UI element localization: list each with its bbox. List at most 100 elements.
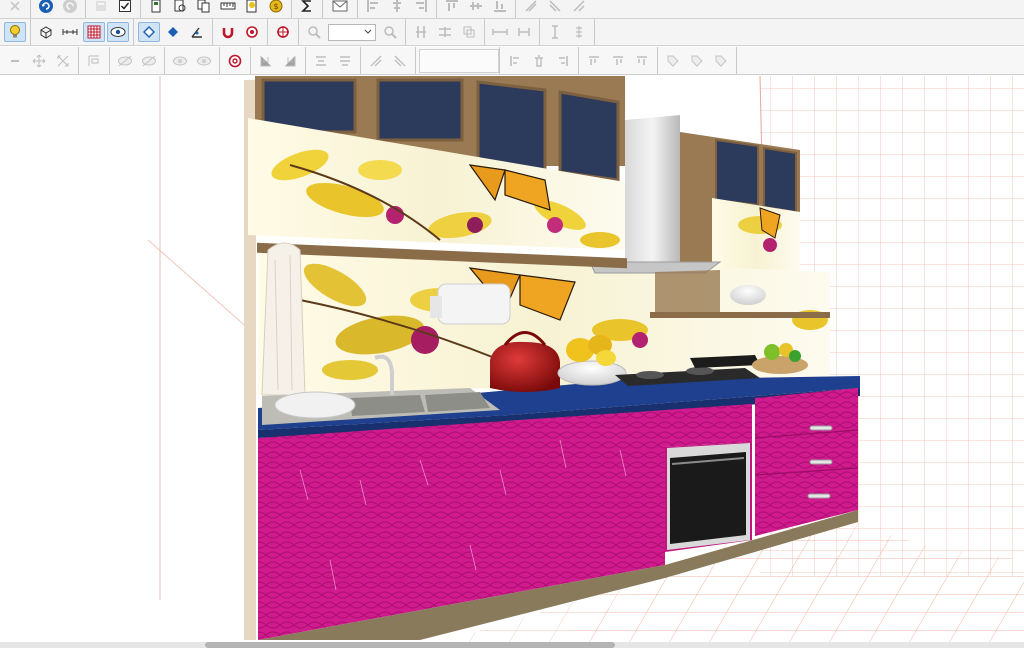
snap-point-button[interactable] bbox=[138, 22, 160, 42]
upper-right-door-2[interactable] bbox=[763, 146, 797, 214]
3d-viewport[interactable] bbox=[0, 76, 1024, 648]
sum-button[interactable] bbox=[296, 0, 318, 16]
copy-view-button[interactable] bbox=[193, 0, 215, 16]
space-d-button[interactable] bbox=[458, 22, 480, 42]
target-b-button[interactable] bbox=[272, 22, 294, 42]
upper-cabinet-door-2[interactable] bbox=[376, 78, 464, 142]
trash-button[interactable] bbox=[528, 51, 550, 71]
edge-a-button[interactable] bbox=[504, 51, 526, 71]
paper-towel-holder[interactable] bbox=[430, 283, 511, 325]
snap-edge-button[interactable] bbox=[162, 22, 184, 42]
toolbar-group-history bbox=[31, 0, 86, 18]
magnet-button[interactable] bbox=[217, 22, 239, 42]
view-front-button[interactable] bbox=[145, 0, 167, 16]
coin-button[interactable]: $ bbox=[265, 0, 287, 16]
stack-b-button[interactable] bbox=[334, 51, 356, 71]
oven-cabinet-top[interactable] bbox=[665, 404, 752, 447]
align-left-button[interactable] bbox=[362, 0, 384, 16]
hide-b-button[interactable] bbox=[138, 51, 160, 71]
align-right-button[interactable] bbox=[410, 0, 432, 16]
align-center-button[interactable] bbox=[386, 0, 408, 16]
edge-e-button[interactable] bbox=[607, 51, 629, 71]
scrollbar-thumb[interactable] bbox=[205, 642, 615, 648]
measure-h-button[interactable] bbox=[489, 22, 511, 42]
snap-angle-button[interactable] bbox=[186, 22, 208, 42]
zoom-out-button[interactable] bbox=[303, 22, 325, 42]
horizontal-scrollbar[interactable] bbox=[0, 642, 1024, 648]
target-a-button[interactable] bbox=[241, 22, 263, 42]
drawer-handle-3[interactable] bbox=[807, 493, 831, 499]
eye-icon bbox=[173, 56, 187, 65]
bulb-doc-button[interactable] bbox=[241, 0, 263, 16]
dist-a-button[interactable] bbox=[255, 51, 277, 71]
center-target-button[interactable] bbox=[224, 51, 246, 71]
hanging-towel[interactable] bbox=[261, 242, 306, 396]
tilt-a-button[interactable] bbox=[365, 51, 387, 71]
edge-c-button[interactable] bbox=[552, 51, 574, 71]
show-a-button[interactable] bbox=[169, 51, 191, 71]
toolbar-group-view-eye bbox=[165, 47, 220, 74]
upper-cabinet-door-3[interactable] bbox=[476, 80, 547, 172]
light-toggle-button[interactable] bbox=[4, 22, 26, 42]
measure-icon bbox=[220, 2, 236, 10]
sum-icon bbox=[301, 0, 311, 12]
space-v-button[interactable] bbox=[410, 22, 432, 42]
upper-cabinet-door-4[interactable] bbox=[558, 90, 620, 182]
edge-d-button[interactable] bbox=[583, 51, 605, 71]
lower-shelf bbox=[650, 312, 830, 318]
tag-c-button[interactable] bbox=[710, 51, 732, 71]
distribute-a-button[interactable] bbox=[520, 0, 542, 16]
checklist-button[interactable] bbox=[114, 0, 136, 16]
oven[interactable] bbox=[667, 443, 750, 550]
align-middle-button[interactable] bbox=[465, 0, 487, 16]
drawer-handle-2[interactable] bbox=[809, 459, 833, 465]
undo-button[interactable] bbox=[35, 0, 57, 16]
tag-a-button[interactable] bbox=[662, 51, 684, 71]
zoom-doc-button[interactable] bbox=[169, 0, 191, 16]
measure-dist-button[interactable] bbox=[513, 22, 535, 42]
move-button[interactable] bbox=[28, 51, 50, 71]
drawer-unit[interactable] bbox=[755, 388, 858, 536]
edge-f-button[interactable] bbox=[631, 51, 653, 71]
drawer-handle-1[interactable] bbox=[809, 425, 833, 431]
show-b-button[interactable] bbox=[193, 51, 215, 71]
coin-icon: $ bbox=[269, 0, 283, 13]
mail-button[interactable] bbox=[327, 0, 353, 16]
measure-vv-button[interactable] bbox=[568, 22, 590, 42]
tilt-icon bbox=[370, 55, 382, 66]
dist-b-button[interactable] bbox=[279, 51, 301, 71]
shelf-bowl[interactable] bbox=[730, 285, 766, 305]
toolbar-group-target-3 bbox=[220, 47, 251, 74]
scale-button[interactable] bbox=[52, 51, 74, 71]
dimension-button[interactable] bbox=[59, 22, 81, 42]
toolbar-group-edit bbox=[0, 0, 31, 18]
measure-button[interactable] bbox=[217, 0, 239, 16]
spacing-icon bbox=[439, 27, 451, 37]
visibility-button[interactable] bbox=[107, 22, 129, 42]
hide-a-button[interactable] bbox=[114, 51, 136, 71]
wireframe-button[interactable] bbox=[35, 22, 57, 42]
scale-icon bbox=[57, 55, 69, 66]
tilt-b-button[interactable] bbox=[389, 51, 411, 71]
align-bottom-button[interactable] bbox=[489, 0, 511, 16]
close-button[interactable] bbox=[4, 0, 26, 16]
eye-icon bbox=[197, 56, 211, 65]
rotate-button[interactable] bbox=[4, 51, 26, 71]
grid-toggle-button[interactable] bbox=[83, 22, 105, 42]
space-h-button[interactable] bbox=[434, 22, 456, 42]
toolbar-group-zoom bbox=[299, 19, 406, 45]
measure-v-button[interactable] bbox=[544, 22, 566, 42]
redo-button[interactable] bbox=[59, 0, 81, 16]
distribute-c-button[interactable] bbox=[568, 0, 590, 16]
zoom-in-button[interactable] bbox=[379, 22, 401, 42]
properties-button[interactable] bbox=[90, 0, 112, 16]
align-top-button[interactable] bbox=[441, 0, 463, 16]
stack-a-button[interactable] bbox=[310, 51, 332, 71]
align-obj-button[interactable] bbox=[83, 51, 105, 71]
zoom-select[interactable] bbox=[328, 23, 376, 41]
eye-slash-icon bbox=[142, 55, 156, 66]
tag-b-button[interactable] bbox=[686, 51, 708, 71]
upper-right-door-1[interactable] bbox=[715, 138, 759, 207]
kitchen-scene[interactable] bbox=[0, 76, 1024, 648]
distribute-b-button[interactable] bbox=[544, 0, 566, 16]
